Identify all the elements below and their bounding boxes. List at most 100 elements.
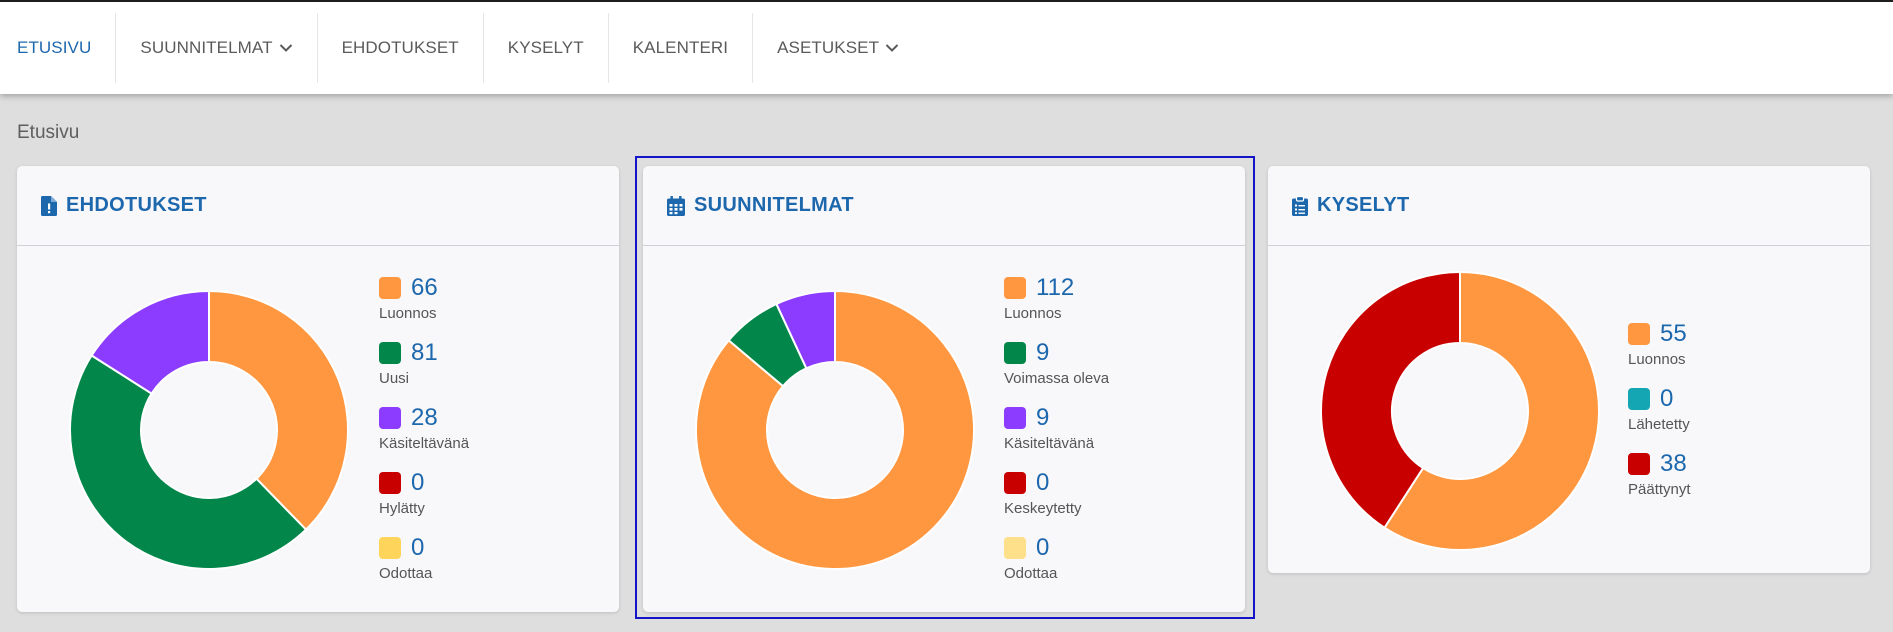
card-title: SUUNNITELMAT [694, 194, 854, 216]
calendar-icon [667, 195, 685, 216]
legend-value: 9 [1036, 404, 1050, 431]
legend-swatch [379, 537, 401, 559]
legend-row: 38 [1628, 448, 1691, 480]
legend-row: 0 [379, 467, 469, 499]
card-suunnitelmat[interactable]: SUUNNITELMAT 112 Luonnos 9 Voimassa oleva 9 K… [643, 166, 1245, 612]
legend-label: Uusi [379, 370, 410, 387]
legend-item-paattynyt[interactable]: 38 Päättynyt [1628, 448, 1691, 513]
card-header: SUUNNITELMAT [643, 166, 1245, 246]
legend-value: 9 [1036, 339, 1050, 366]
legend-label: Käsiteltävänä [379, 435, 470, 452]
legend-row: 112 [1004, 272, 1109, 304]
nav-item-ehdotukset[interactable]: EHDOTUKSET [318, 13, 484, 83]
legend-swatch [1628, 388, 1650, 410]
nav-item-kalenteri[interactable]: KALENTERI [609, 13, 754, 83]
legend-item-keskeytetty[interactable]: 0 Keskeytetty [1004, 467, 1109, 532]
card-title: EHDOTUKSET [66, 194, 207, 216]
legend-value: 0 [1036, 534, 1050, 561]
card-title: KYSELYT [1317, 194, 1410, 216]
legend-item-kasiteltavana[interactable]: 9 Käsiteltävänä [1004, 402, 1109, 467]
chart-legend: 55 Luonnos 0 Lähetetty 38 Päättynyt [1628, 318, 1691, 513]
main-navigation: ETUSIVU SUUNNITELMAT EHDOTUKSET KYSELYT … [0, 2, 1893, 94]
legend-value: 0 [411, 534, 425, 561]
file-alert-icon [41, 195, 57, 216]
legend-swatch [1004, 277, 1026, 299]
legend-label: Hylätty [379, 500, 425, 517]
legend-row: 0 [1004, 467, 1109, 499]
legend-swatch [1004, 342, 1026, 364]
nav-item-label: KALENTERI [632, 38, 729, 57]
card-header: EHDOTUKSET [17, 166, 619, 246]
legend-label: Odottaa [379, 565, 433, 582]
legend-value: 81 [411, 339, 438, 366]
nav-item-label: EHDOTUKSET [341, 38, 459, 57]
legend-swatch [1004, 537, 1026, 559]
nav-item-suunnitelmat[interactable]: SUUNNITELMAT [116, 13, 318, 83]
legend-swatch [1628, 453, 1650, 475]
legend-value: 0 [1660, 385, 1674, 412]
legend-value: 0 [1036, 469, 1050, 496]
legend-label: Päättynyt [1628, 481, 1691, 498]
nav-item-etusivu[interactable]: ETUSIVU [0, 13, 117, 83]
legend-value: 112 [1036, 274, 1075, 301]
nav-item-label: ETUSIVU [17, 38, 92, 57]
legend-value: 38 [1660, 450, 1687, 477]
legend-swatch [379, 342, 401, 364]
legend-label: Käsiteltävänä [1004, 435, 1095, 452]
legend-swatch [1628, 323, 1650, 345]
legend-item-odottaa[interactable]: 0 Odottaa [1004, 532, 1109, 597]
legend-row: 66 [379, 272, 469, 304]
legend-item-kasiteltavana[interactable]: 28 Käsiteltävänä [379, 402, 469, 467]
legend-label: Odottaa [1004, 565, 1058, 582]
legend-item-luonnos[interactable]: 66 Luonnos [379, 272, 469, 337]
legend-swatch [379, 407, 401, 429]
legend-row: 9 [1004, 337, 1109, 369]
card-ehdotukset[interactable]: EHDOTUKSET 66 Luonnos 81 Uusi 28 Käsiteltävän… [17, 166, 619, 612]
legend-row: 55 [1628, 318, 1691, 350]
legend-value: 55 [1660, 320, 1687, 347]
legend-row: 0 [379, 532, 469, 564]
donut-chart [69, 290, 349, 570]
legend-item-odottaa[interactable]: 0 Odottaa [379, 532, 469, 597]
legend-item-uusi[interactable]: 81 Uusi [379, 337, 469, 402]
card-header: KYSELYT [1268, 166, 1870, 246]
legend-label: Luonnos [1004, 305, 1062, 322]
legend-item-luonnos[interactable]: 55 Luonnos [1628, 318, 1691, 383]
nav-item-label: KYSELYT [507, 38, 584, 57]
legend-item-luonnos[interactable]: 112 Luonnos [1004, 272, 1109, 337]
legend-row: 81 [379, 337, 469, 369]
clipboard-list-icon [1292, 195, 1308, 216]
legend-value: 0 [411, 469, 425, 496]
nav-item-label: SUUNNITELMAT [140, 38, 273, 57]
legend-value: 66 [411, 274, 438, 301]
donut-chart [695, 290, 975, 570]
legend-row: 0 [1004, 532, 1109, 564]
legend-row: 28 [379, 402, 469, 434]
legend-label: Keskeytetty [1004, 500, 1082, 517]
legend-row: 0 [1628, 383, 1691, 415]
nav-item-label: ASETUKSET [777, 38, 880, 57]
donut-slice-luonnos[interactable] [208, 290, 349, 532]
nav-item-kyselyt[interactable]: KYSELYT [484, 13, 609, 83]
legend-swatch [1004, 407, 1026, 429]
chevron-down-icon [279, 43, 293, 53]
legend-swatch [379, 472, 401, 494]
legend-swatch [379, 277, 401, 299]
chart-legend: 112 Luonnos 9 Voimassa oleva 9 Käsiteltävänä 0… [1004, 272, 1109, 597]
legend-label: Lähetetty [1628, 416, 1690, 433]
chart-legend: 66 Luonnos 81 Uusi 28 Käsiteltävänä 0 Hylätty 0 O… [379, 272, 469, 597]
legend-label: Luonnos [379, 305, 437, 322]
nav-item-asetukset[interactable]: ASETUKSET [753, 13, 923, 83]
legend-label: Luonnos [1628, 351, 1686, 368]
legend-value: 28 [411, 404, 438, 431]
legend-swatch [1004, 472, 1026, 494]
legend-row: 9 [1004, 402, 1109, 434]
legend-label: Voimassa oleva [1004, 370, 1110, 387]
chevron-down-icon [885, 43, 899, 53]
legend-item-voimassa-oleva[interactable]: 9 Voimassa oleva [1004, 337, 1109, 402]
page-title: Etusivu [17, 122, 80, 143]
legend-item-lahetetty[interactable]: 0 Lähetetty [1628, 383, 1691, 448]
donut-chart [1320, 271, 1600, 551]
legend-item-hylatty[interactable]: 0 Hylätty [379, 467, 469, 532]
card-kyselyt[interactable]: KYSELYT 55 Luonnos 0 Lähetetty 38 Päättynyt [1268, 166, 1870, 573]
